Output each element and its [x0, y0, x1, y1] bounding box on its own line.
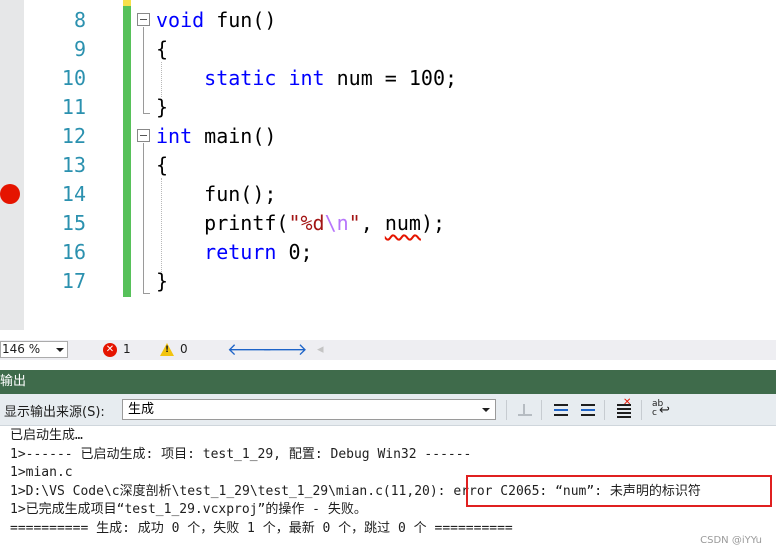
code-line[interactable]: static int num = 100; [156, 64, 457, 93]
line-number: 16 [61, 240, 86, 264]
zoom-dropdown[interactable]: 146 % [0, 341, 68, 358]
code-line[interactable]: return 0; [156, 238, 313, 267]
output-line[interactable]: ========== 生成: 成功 0 个，失败 1 个，最新 0 个，跳过 0… [10, 520, 513, 538]
output-line[interactable]: 1>mian.c [10, 464, 73, 482]
error-highlight-box [466, 475, 772, 507]
collapse-icon[interactable] [137, 13, 150, 26]
code-token: 0; [276, 240, 313, 264]
collapse-icon[interactable] [137, 129, 150, 142]
code-token: void [156, 8, 205, 32]
toolbar-separator [604, 400, 605, 420]
code-token: int [288, 66, 325, 90]
code-token: { [156, 153, 169, 177]
code-token: } [156, 95, 169, 119]
code-line[interactable]: } [156, 267, 168, 296]
code-token: num [384, 211, 421, 235]
code-token: } [156, 269, 169, 293]
line-number: 17 [61, 269, 86, 293]
error-count[interactable]: 1 [123, 342, 131, 356]
zoom-value: 146 % [2, 342, 41, 356]
clear-all-icon[interactable]: ✕ [614, 397, 634, 420]
line-number: 8 [73, 8, 86, 32]
output-line[interactable]: 1>已完成生成项目“test_1_29.vcxproj”的操作 - 失败。 [10, 501, 367, 519]
toolbar-separator [506, 400, 507, 420]
code-token: fun(); [156, 182, 277, 206]
output-title: 输出 [0, 374, 27, 389]
code-token: main() [192, 124, 277, 148]
fold-line [143, 27, 144, 113]
code-token: ); [420, 211, 446, 235]
code-line[interactable]: } [156, 93, 168, 122]
source-dropdown[interactable]: 生成 [122, 399, 496, 420]
fold-end [143, 113, 150, 114]
next-message-icon[interactable] [578, 400, 598, 420]
code-line[interactable]: int main() [156, 122, 276, 151]
error-icon[interactable]: ✕ [103, 343, 117, 357]
output-toolbar: 显示输出来源(S): 生成 ✕ ab c ↩ [0, 394, 776, 426]
line-number: 15 [61, 211, 86, 235]
code-line[interactable]: void fun() [156, 6, 276, 35]
code-token: fun() [204, 8, 277, 32]
fold-end [143, 293, 150, 294]
editor-status-bar: 146 % ✕ 1 ! 0 🡐 🡒 ◂ [0, 340, 776, 360]
watermark: CSDN @iYYu [700, 535, 762, 546]
chevron-down-icon [482, 408, 490, 412]
fold-line [143, 143, 144, 293]
line-number: 14 [61, 182, 86, 206]
chevron-down-icon [56, 348, 64, 352]
word-wrap-icon[interactable]: ab c ↩ [651, 399, 671, 420]
output-line[interactable]: 已启动生成… [10, 427, 83, 445]
code-line[interactable]: { [156, 35, 168, 64]
code-token: , [360, 211, 385, 235]
code-line[interactable]: printf("%d\n", num); [156, 209, 445, 238]
code-token: " [348, 211, 361, 235]
filter-icon: ◂ [317, 342, 324, 357]
code-editor[interactable]: 8 9 10 11 12 13 14 15 16 17 void fun(){ static in… [0, 0, 776, 340]
code-token: static [204, 66, 277, 90]
source-label: 显示输出来源(S): [4, 405, 105, 420]
line-number: 9 [73, 37, 86, 61]
line-number: 12 [61, 124, 86, 148]
code-token: return [204, 240, 277, 264]
line-number: 13 [61, 153, 86, 177]
code-line[interactable]: fun(); [156, 180, 276, 209]
warning-icon[interactable]: ! [160, 343, 174, 356]
code-token: int [156, 124, 193, 148]
code-token: { [156, 37, 169, 61]
output-panel-title[interactable]: 输出 [0, 370, 776, 394]
change-marker [123, 6, 131, 297]
source-value: 生成 [128, 402, 155, 417]
code-token: "%d [288, 211, 325, 235]
code-token: printf( [156, 211, 289, 235]
warning-count[interactable]: 0 [180, 342, 188, 356]
line-number: 10 [61, 66, 86, 90]
navigate-forward-icon[interactable]: 🡒 [262, 340, 308, 360]
toolbar-separator [541, 400, 542, 420]
previous-message-icon[interactable] [551, 400, 571, 420]
output-line[interactable]: 1>------ 已启动生成: 项目: test_1_29, 配置: Debug… [10, 446, 471, 464]
line-number: 11 [61, 95, 86, 119]
code-token: num = 100; [324, 66, 458, 90]
code-token: \n [324, 211, 349, 235]
indicator-margin[interactable] [0, 0, 24, 330]
toolbar-separator [641, 400, 642, 420]
find-message-icon [515, 400, 535, 420]
code-line[interactable]: { [156, 151, 168, 180]
breakpoint-icon[interactable] [0, 184, 20, 204]
